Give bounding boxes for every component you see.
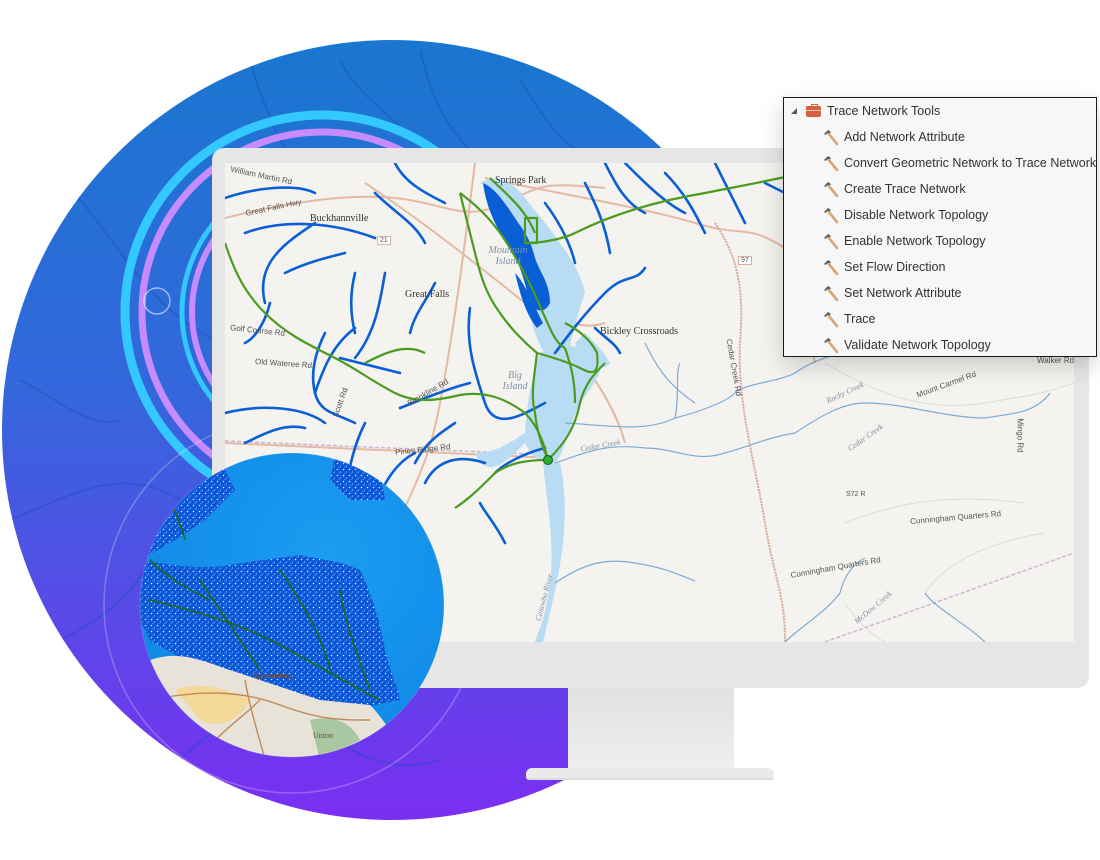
tool-label: Validate Network Topology (844, 338, 991, 352)
road-label: Mingo Rd (1015, 418, 1025, 453)
hammer-icon (824, 156, 839, 172)
tool-label: Create Trace Network (844, 182, 966, 196)
route-shield: 21 (377, 236, 391, 245)
tool-item-trace[interactable]: Trace (822, 306, 876, 332)
toolbox-title: Trace Network Tools (827, 104, 941, 118)
tool-item-set-network-attribute[interactable]: Set Network Attribute (822, 280, 961, 306)
boundary-lines (225, 440, 1074, 642)
tool-item-convert-geometric-network-to-trace-network[interactable]: Convert Geometric Network to Trace Netwo… (822, 150, 1096, 176)
trace-starting-point[interactable] (543, 455, 553, 465)
toolbox-icon (806, 103, 821, 117)
tool-item-add-network-attribute[interactable]: Add Network Attribute (822, 124, 965, 150)
tool-item-create-trace-network[interactable]: Create Trace Network (822, 176, 966, 202)
tool-label: Trace (844, 312, 876, 326)
road-label: Walker Rd (1037, 356, 1074, 365)
tool-label: Disable Network Topology (844, 208, 989, 222)
expand-caret-icon[interactable] (791, 108, 797, 114)
inset-place-label: Union (313, 731, 333, 740)
route-shield: 97 (738, 256, 752, 265)
hammer-icon (824, 182, 839, 198)
tool-item-disable-network-topology[interactable]: Disable Network Topology (822, 202, 988, 228)
toolbox-header[interactable]: Trace Network Tools (784, 98, 940, 124)
road-label: S72 R (846, 491, 866, 498)
place-label: Great Falls (405, 289, 450, 300)
hammer-icon (824, 260, 839, 276)
hammer-icon (824, 312, 839, 328)
place-label: Mountain Island (488, 245, 528, 267)
toolbox-panel: Trace Network Tools Add Network Attribut… (783, 97, 1097, 357)
place-label: Buckhannville (310, 213, 369, 224)
monitor-stand-neck (568, 688, 734, 774)
tool-item-enable-network-topology[interactable]: Enable Network Topology (822, 228, 986, 254)
tool-label: Enable Network Topology (844, 234, 986, 248)
hammer-icon (824, 338, 839, 354)
monitor-stand-foot (526, 768, 774, 780)
place-label: Big Island (502, 370, 528, 392)
tool-label: Set Flow Direction (844, 260, 946, 274)
tool-label: Set Network Attribute (844, 286, 962, 300)
tool-label: Convert Geometric Network to Trace Netwo… (844, 156, 1097, 170)
hammer-icon (824, 208, 839, 224)
place-label: Bickley Crossroads (600, 326, 679, 337)
tool-item-set-flow-direction[interactable]: Set Flow Direction (822, 254, 945, 280)
hammer-icon (824, 286, 839, 302)
tool-label: Add Network Attribute (844, 130, 965, 144)
hammer-icon (824, 130, 839, 146)
tool-item-validate-network-topology[interactable]: Validate Network Topology (822, 332, 991, 358)
hammer-icon (824, 234, 839, 250)
inset-place-label: Spartanburg (253, 671, 292, 680)
place-label: Springs Park (495, 175, 547, 186)
